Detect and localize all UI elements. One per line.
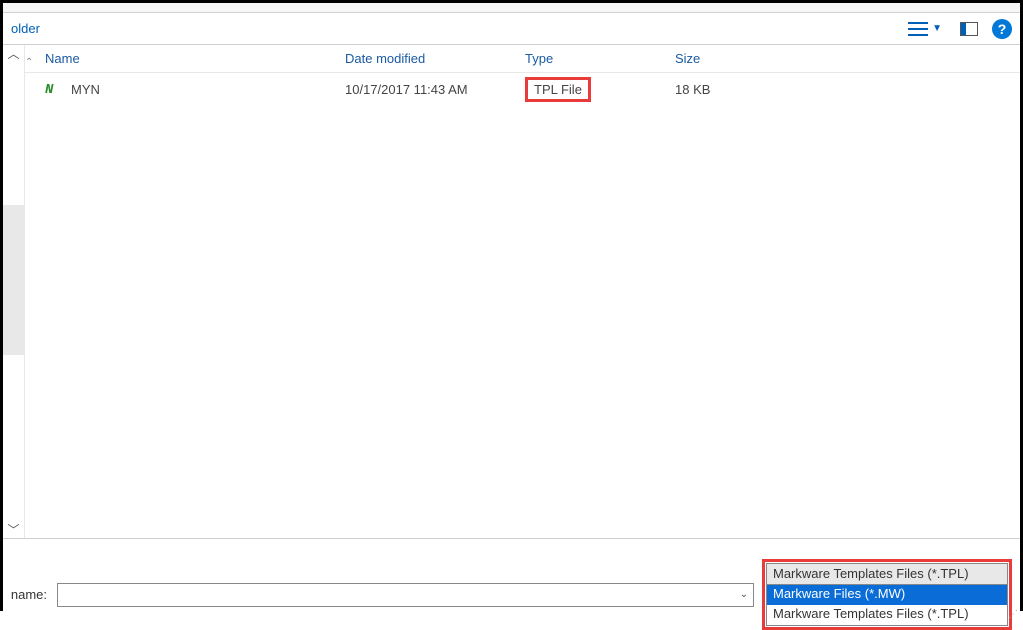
highlight-annotation: Markware Templates Files (*.TPL) Markwar… [762,559,1012,630]
filename-input[interactable] [58,587,735,602]
file-type-filter[interactable]: Markware Templates Files (*.TPL) [766,563,1008,585]
column-header-name[interactable]: ⌃ Name [25,51,345,66]
file-row[interactable]: N MYN 10/17/2017 11:43 AM TPL File 18 KB [25,73,1020,105]
top-divider [3,3,1020,13]
file-name: MYN [71,82,100,97]
file-browser: ︿ ﹀ ⌃ Name Date modified Type Size N MYN… [3,45,1020,538]
chevron-down-icon: ▼ [932,23,942,34]
column-header-date[interactable]: Date modified [345,51,525,66]
highlight-annotation: TPL File [525,77,591,102]
sort-caret-icon: ⌃ [25,57,33,68]
filter-option-tpl[interactable]: Markware Templates Files (*.TPL) [767,605,1007,625]
column-header-type[interactable]: Type [525,51,675,66]
gutter-fill [3,205,24,355]
preview-pane-button[interactable] [956,20,982,38]
resize-grip-icon[interactable]: ⋰ [1004,612,1018,626]
chevron-up-icon[interactable]: ︿ [3,45,24,62]
filename-label: name: [3,587,49,602]
filename-field-wrap: ⌄ [57,583,754,607]
toolbar: older ▼ ? [3,13,1020,45]
pane-icon [960,22,978,36]
file-type-cell: TPL File [525,77,675,102]
column-header-name-label: Name [45,51,80,66]
footer: name: ⌄ Markware Templates Files (*.TPL)… [3,538,1020,628]
chevron-down-icon[interactable]: ﹀ [3,521,24,538]
left-gutter: ︿ ﹀ [3,45,25,538]
column-headers: ⌃ Name Date modified Type Size [25,45,1020,73]
file-size: 18 KB [675,82,775,97]
column-header-size[interactable]: Size [675,51,775,66]
file-type: TPL File [534,82,582,97]
file-type-icon: N [45,82,63,96]
filename-history-dropdown[interactable]: ⌄ [735,589,753,600]
breadcrumb-fragment: older [11,21,904,36]
list-view-icon [908,22,928,36]
filter-option-mw[interactable]: Markware Files (*.MW) [767,585,1007,605]
help-button[interactable]: ? [992,19,1012,39]
file-date: 10/17/2017 11:43 AM [345,82,525,97]
file-type-filter-options: Markware Files (*.MW) Markware Templates… [766,585,1008,626]
file-list-panel: ⌃ Name Date modified Type Size N MYN 10/… [25,45,1020,538]
view-options-button[interactable]: ▼ [904,20,946,38]
